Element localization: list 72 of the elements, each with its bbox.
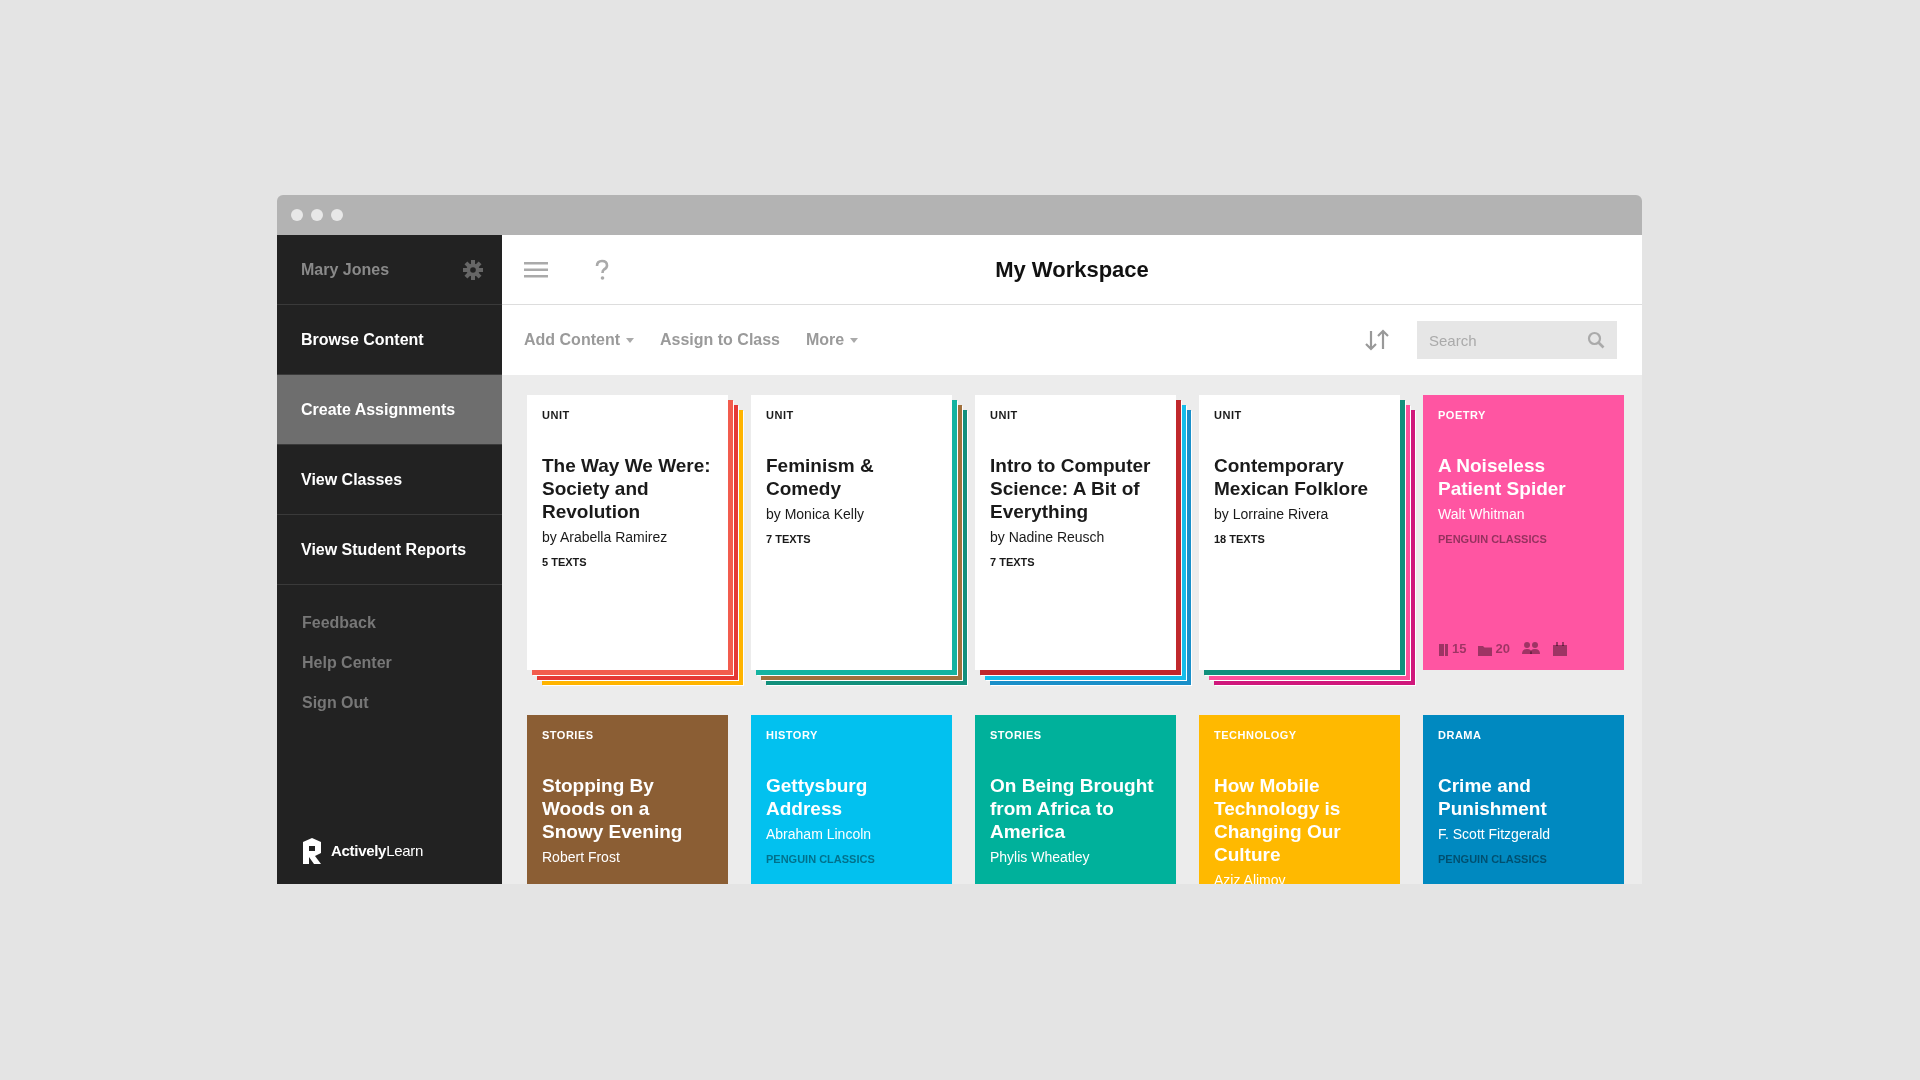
card-author: by Lorraine Rivera	[1214, 504, 1330, 524]
category-label: STORIES	[990, 728, 1043, 743]
content-card[interactable]: STORIES Stopping By Woods on a Snowy Evening Robert Frost	[527, 715, 728, 884]
card-title: Gettysburg Address	[766, 773, 869, 820]
card-author: F. Scott Fitzgerald	[1438, 824, 1552, 844]
publisher-label: PENGUIN CLASSICS	[766, 851, 876, 867]
content-card[interactable]: HISTORY Gettysburg Address Abraham Lincoln PENGUIN CLASSICS	[751, 715, 952, 884]
content-card[interactable]: UNIT The Way We Were: Society and Revolution by Arabella Ramirez 5 TEXTS	[527, 395, 728, 670]
sidebar-link[interactable]: Feedback	[302, 611, 502, 635]
category-label: UNIT	[1214, 408, 1243, 423]
nav-item[interactable]: Create Assignments	[277, 375, 502, 445]
card-author: by Nadine Reusch	[990, 527, 1106, 547]
card-author: Walt Whitman	[1438, 504, 1526, 524]
card-author: Phylis Wheatley	[990, 847, 1091, 867]
calendar-icon	[1551, 640, 1568, 656]
toolbar-action[interactable]: Add Content	[524, 328, 634, 352]
menu-icon[interactable]	[524, 261, 548, 278]
category-label: DRAMA	[1438, 728, 1483, 743]
publisher-label: PENGUIN CLASSICS	[1438, 851, 1548, 867]
category-label: UNIT	[990, 408, 1019, 423]
content-card[interactable]: UNIT Contemporary Mexican Folklore by Lorraine Rivera 18 TEXTS	[1199, 395, 1400, 670]
content-card[interactable]: DRAMA Crime and Punishment F. Scott Fitzgerald PENGUIN CLASSICS	[1423, 715, 1624, 884]
text-count: 7 TEXTS	[990, 554, 1036, 570]
logo-icon	[301, 838, 323, 864]
card-title: Contemporary Mexican Folklore	[1214, 453, 1370, 500]
card-author: Robert Frost	[542, 847, 621, 867]
card-author: by Monica Kelly	[766, 504, 866, 524]
category-label: UNIT	[766, 408, 795, 423]
page-title: My Workspace	[994, 256, 1150, 284]
window-dot	[291, 209, 303, 221]
card-title: A Noiseless Patient Spider	[1438, 453, 1567, 500]
card-title: Crime and Punishment	[1438, 773, 1548, 820]
content-card[interactable]: UNIT Intro to Computer Science: A Bit of Everything by Nadine Reusch 7 TEXTS	[975, 395, 1176, 670]
card-author: Aziz Alimov	[1214, 870, 1287, 884]
help-icon[interactable]	[594, 258, 610, 281]
category-label: STORIES	[542, 728, 595, 743]
card-title: Stopping By Woods on a Snowy Evening	[542, 773, 684, 843]
folder-icon	[1478, 643, 1493, 658]
text-count: 5 TEXTS	[542, 554, 588, 570]
people-icon	[1521, 640, 1540, 656]
card-author: Abraham Lincoln	[766, 824, 873, 844]
sort-icon[interactable]	[1363, 328, 1391, 352]
text-count: 7 TEXTS	[766, 531, 812, 547]
brand-name: ActivelyLearn	[331, 840, 423, 861]
sidebar-link[interactable]: Help Center	[302, 651, 502, 675]
toolbar-action[interactable]: More	[806, 328, 859, 352]
user-name: Mary Jones	[301, 259, 390, 280]
card-author: by Arabella Ramirez	[542, 527, 669, 547]
publisher-label: PENGUIN CLASSICS	[1438, 531, 1548, 547]
content-card[interactable]: POETRY A Noiseless Patient Spider Walt Whitman PENGUIN CLASSICS 15 20	[1423, 395, 1624, 670]
text-count: 18 TEXTS	[1214, 531, 1266, 547]
card-title: Feminism & Comedy	[766, 453, 875, 500]
category-label: UNIT	[542, 408, 571, 423]
window-dot	[311, 209, 323, 221]
toolbar-action[interactable]: Assign to Class	[660, 328, 780, 352]
content-card[interactable]: STORIES On Being Brought from Africa to America Phylis Wheatley	[975, 715, 1176, 884]
card-title: How Mobile Technology is Changing Our Culture	[1214, 773, 1342, 866]
card-title: The Way We Were: Society and Revolution	[542, 453, 712, 523]
card-title: On Being Brought from Africa to America	[990, 773, 1155, 843]
stat-count: 20	[1495, 639, 1510, 658]
window-dot	[331, 209, 343, 221]
stat-count: 15	[1452, 639, 1467, 658]
search-icon[interactable]	[1587, 331, 1605, 349]
category-label: POETRY	[1438, 408, 1487, 423]
sidebar-link[interactable]: Sign Out	[302, 691, 502, 715]
settings-icon[interactable]	[462, 258, 484, 281]
search-field[interactable]: Search	[1417, 321, 1617, 359]
content-card[interactable]: UNIT Feminism & Comedy by Monica Kelly 7 TEXTS	[751, 395, 952, 670]
card-title: Intro to Computer Science: A Bit of Everything	[990, 453, 1152, 523]
category-label: HISTORY	[766, 728, 819, 743]
category-label: TECHNOLOGY	[1214, 728, 1298, 743]
book-icon	[1438, 643, 1449, 658]
